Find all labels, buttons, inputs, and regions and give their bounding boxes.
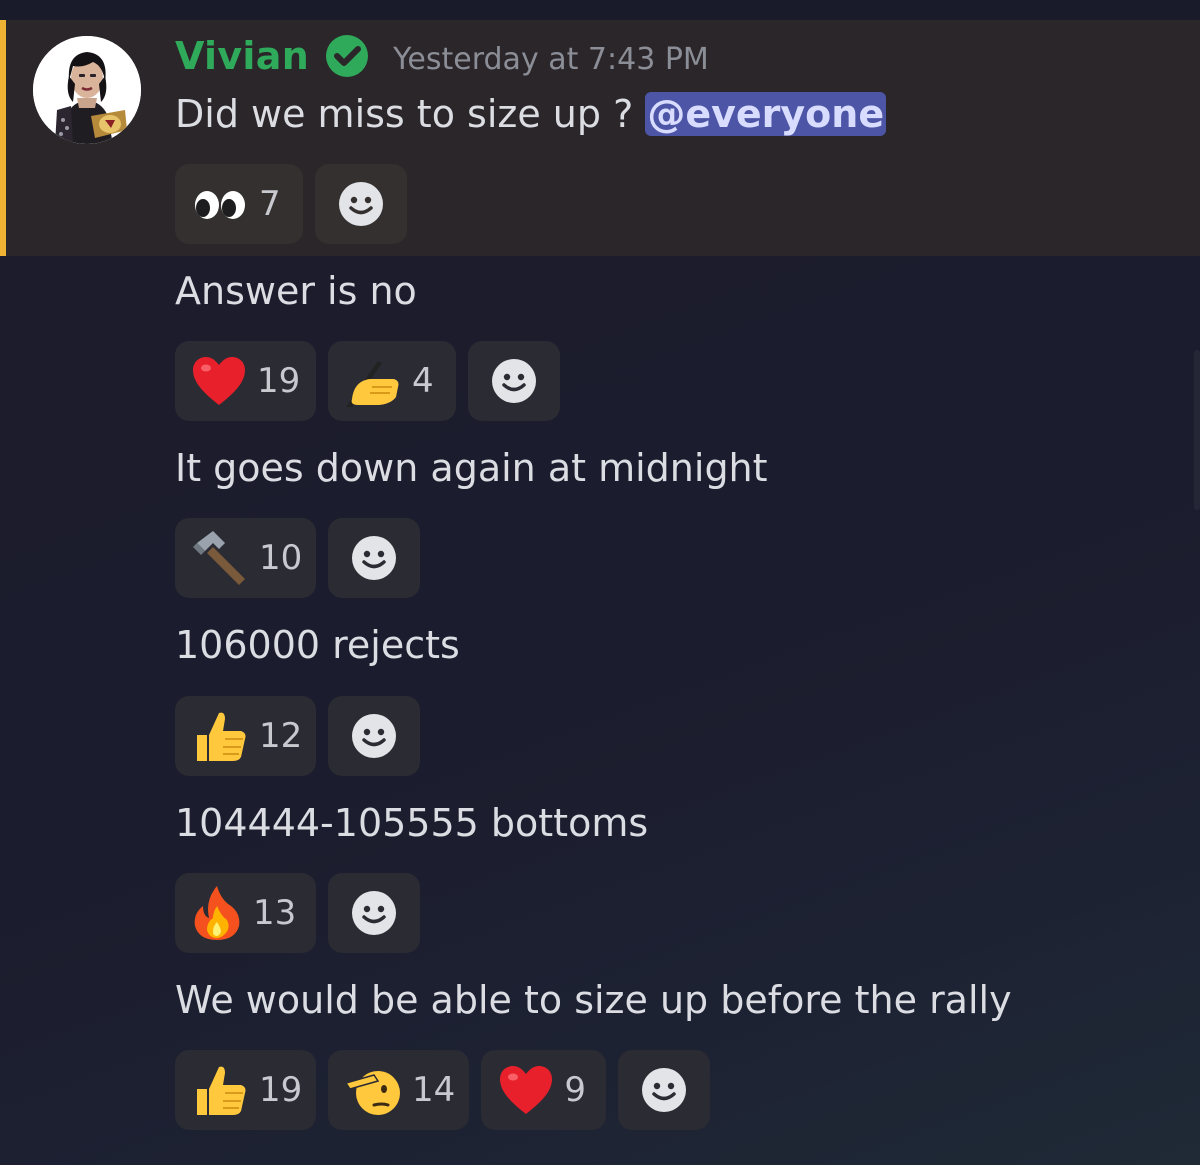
red-heart-icon xyxy=(191,352,247,410)
message-text: Did we miss to size up ? @everyone xyxy=(175,88,887,140)
reaction-row: 12 xyxy=(175,696,420,776)
message-header: Vivian Yesterday at 7:43 PM xyxy=(175,30,709,82)
reaction-heart[interactable]: 9 xyxy=(481,1050,606,1130)
saluting-face-icon xyxy=(344,1061,402,1119)
everyone-mention[interactable]: @everyone xyxy=(645,92,887,136)
reaction-row: 10 xyxy=(175,518,420,598)
reaction-count: 10 xyxy=(259,538,303,578)
add-reaction-button[interactable] xyxy=(328,696,420,776)
reaction-count: 9 xyxy=(564,1070,586,1110)
reaction-count: 19 xyxy=(257,361,301,401)
add-reaction-button[interactable] xyxy=(618,1050,710,1130)
add-reaction-button[interactable] xyxy=(328,518,420,598)
smiley-add-icon xyxy=(352,891,396,935)
thumbs-up-icon xyxy=(191,707,249,765)
reaction-hammer[interactable]: 10 xyxy=(175,518,316,598)
top-strip xyxy=(0,0,1200,20)
verified-check-icon xyxy=(326,35,369,77)
add-reaction-button[interactable] xyxy=(468,341,560,421)
smiley-add-icon xyxy=(352,536,396,580)
message-text: Answer is no xyxy=(175,269,417,313)
reaction-row: 19 14 9 xyxy=(175,1050,710,1130)
add-reaction-button[interactable] xyxy=(315,164,407,244)
reaction-count: 14 xyxy=(412,1070,456,1110)
message-text: 104444-105555 bottoms xyxy=(175,801,649,845)
smiley-add-icon xyxy=(352,714,396,758)
reaction-eyes[interactable]: 7 xyxy=(175,164,303,244)
reaction-count: 13 xyxy=(253,893,297,933)
reaction-count: 4 xyxy=(412,361,434,401)
reaction-row: 7 xyxy=(175,164,407,244)
add-reaction-button[interactable] xyxy=(328,873,420,953)
message-text: We would be able to size up before the r… xyxy=(175,978,1012,1022)
reaction-count: 7 xyxy=(259,184,281,224)
message-text: It goes down again at midnight xyxy=(175,446,768,490)
message-timestamp[interactable]: Yesterday at 7:43 PM xyxy=(393,42,709,77)
writing-hand-icon xyxy=(344,352,402,410)
message-text: 106000 rejects xyxy=(175,623,460,667)
reaction-count: 12 xyxy=(259,716,303,756)
reaction-count: 19 xyxy=(259,1070,303,1110)
thumbs-up-icon xyxy=(191,1061,249,1119)
reaction-writing-hand[interactable]: 4 xyxy=(328,341,456,421)
smiley-add-icon xyxy=(492,359,536,403)
reaction-fire[interactable]: 13 xyxy=(175,873,316,953)
reaction-saluting-face[interactable]: 14 xyxy=(328,1050,469,1130)
avatar[interactable] xyxy=(33,36,141,144)
eyes-icon xyxy=(191,175,249,233)
smiley-add-icon xyxy=(339,182,383,226)
reaction-row: 13 xyxy=(175,873,420,953)
red-heart-icon xyxy=(497,1061,554,1119)
reaction-thumbs-up[interactable]: 19 xyxy=(175,1050,316,1130)
reaction-thumbs-up[interactable]: 12 xyxy=(175,696,316,776)
reaction-row: 19 4 xyxy=(175,341,560,421)
hammer-icon xyxy=(191,529,249,587)
mention-highlight-bar xyxy=(0,20,6,256)
reaction-heart[interactable]: 19 xyxy=(175,341,316,421)
username[interactable]: Vivian xyxy=(175,34,309,78)
scrollbar-thumb[interactable] xyxy=(1194,350,1200,510)
message-body: Did we miss to size up ? xyxy=(175,92,634,136)
fire-icon xyxy=(191,884,243,942)
smiley-add-icon xyxy=(642,1068,686,1112)
